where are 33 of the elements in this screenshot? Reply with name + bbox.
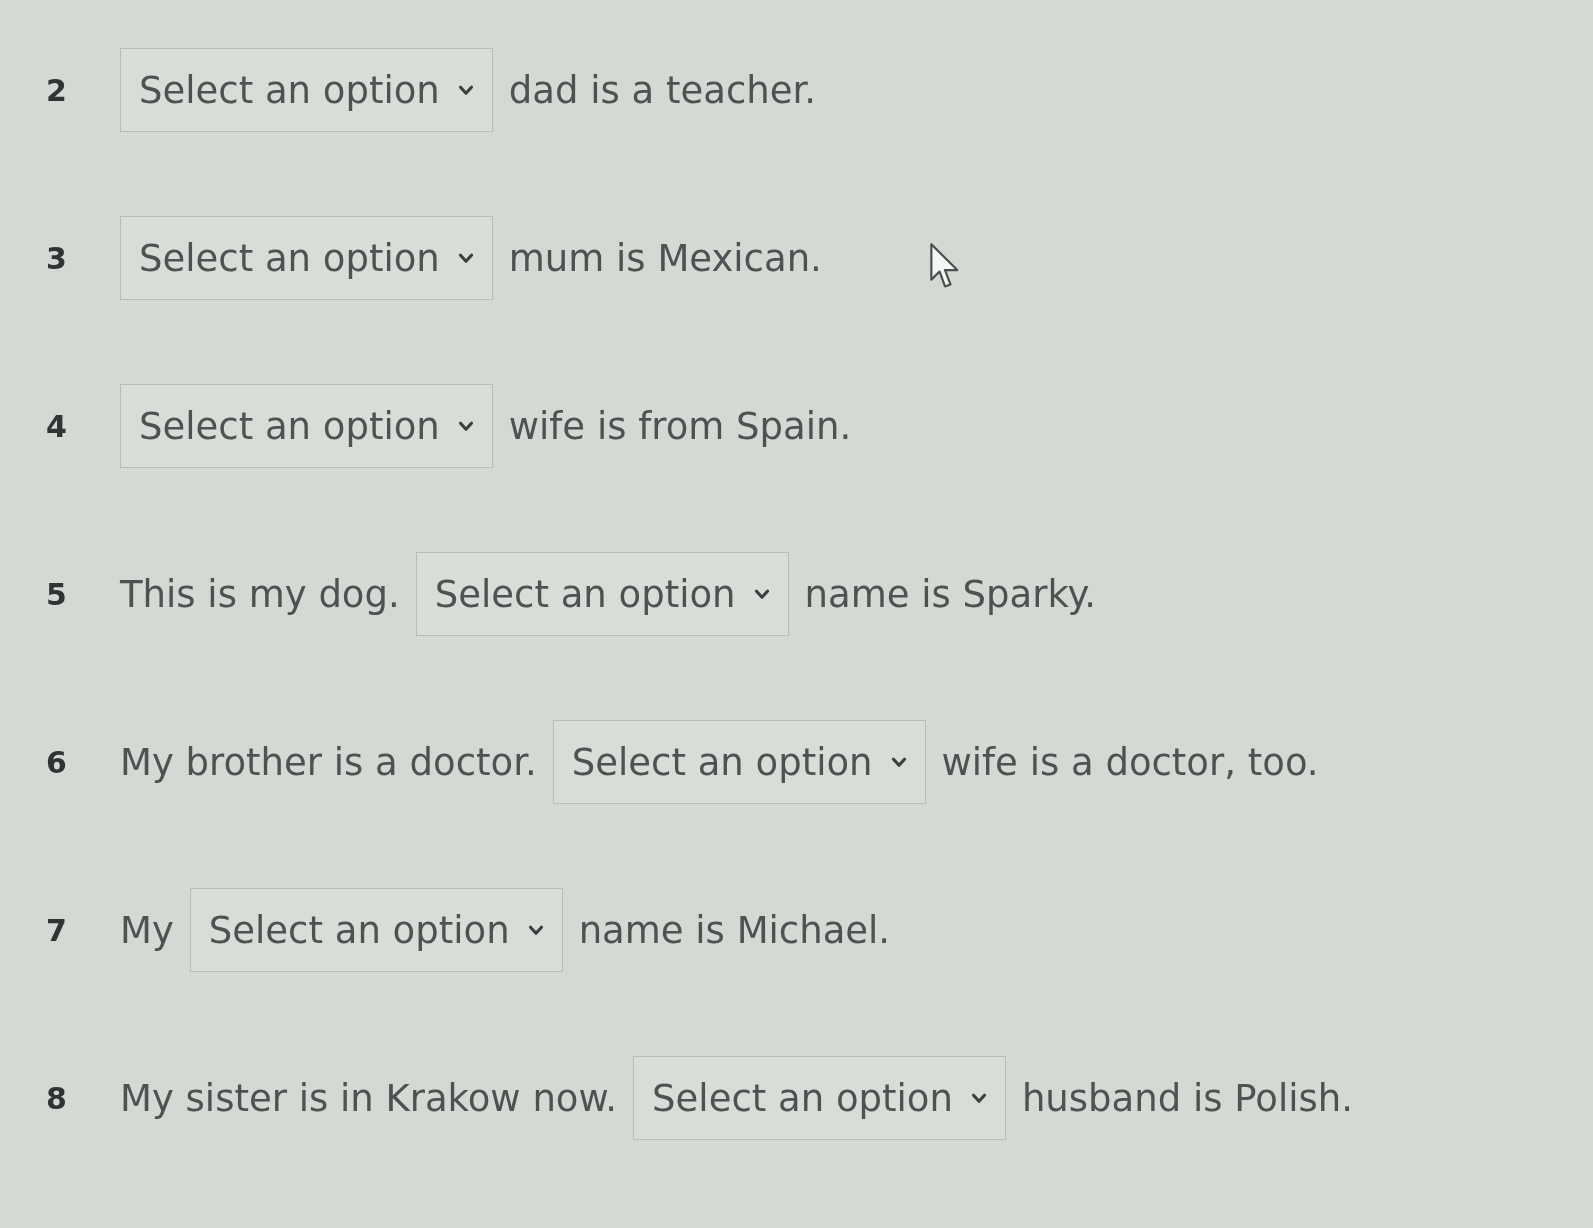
sentence-text: My sister is in Krakow now. — [120, 1076, 618, 1120]
option-dropdown[interactable]: Select an option — [189, 888, 563, 972]
chevron-down-icon — [527, 924, 544, 936]
sentence-text: dad is a teacher. — [508, 68, 817, 112]
sentence-text: This is my dog. — [120, 572, 400, 616]
question-number: 5 — [45, 576, 68, 612]
question-number: 6 — [45, 744, 68, 780]
option-dropdown[interactable]: Select an option — [120, 216, 493, 300]
chevron-down-icon — [457, 420, 474, 432]
sentence-text: mum is Mexican. — [508, 236, 822, 280]
sentence-text: My brother is a doctor. — [120, 740, 537, 784]
option-dropdown[interactable]: Select an option — [120, 384, 493, 468]
question-number: 8 — [45, 1080, 68, 1116]
sentence-text: wife is from Spain. — [508, 404, 852, 448]
chevron-down-icon — [753, 588, 770, 600]
option-dropdown[interactable]: Select an option — [120, 48, 493, 132]
question-number: 7 — [45, 912, 68, 948]
sentence-text: wife is a doctor, too. — [941, 740, 1319, 784]
option-dropdown[interactable]: Select an option — [552, 720, 926, 804]
option-dropdown[interactable]: Select an option — [633, 1056, 1006, 1140]
sentence-text: My — [120, 908, 174, 952]
question-number: 2 — [45, 72, 68, 108]
chevron-down-icon — [890, 756, 907, 768]
question-number: 4 — [45, 408, 68, 444]
question-number: 3 — [45, 240, 68, 276]
sentence-text: husband is Polish. — [1021, 1076, 1353, 1120]
option-dropdown[interactable]: Select an option — [415, 552, 789, 636]
chevron-down-icon — [457, 252, 474, 264]
sentence-text: name is Michael. — [578, 908, 891, 952]
sentence-text: name is Sparky. — [804, 572, 1096, 616]
chevron-down-icon — [457, 84, 474, 96]
mouse-pointer-icon — [930, 242, 960, 290]
chevron-down-icon — [970, 1092, 987, 1104]
